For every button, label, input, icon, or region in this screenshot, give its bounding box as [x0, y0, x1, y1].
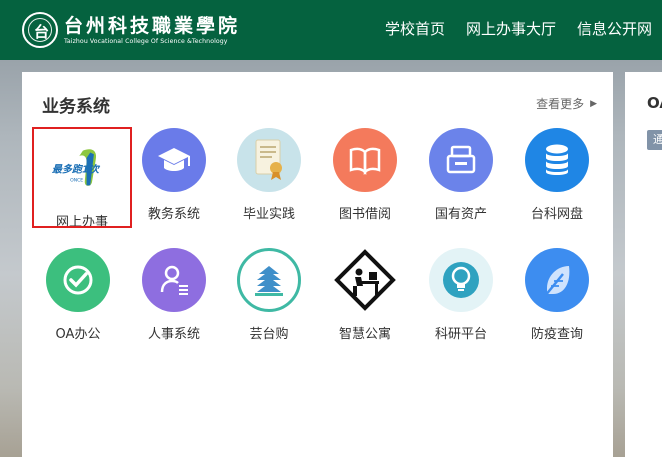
school-name-en: Taizhou Vocational College Of Science &T… [64, 37, 228, 45]
oa-side-card: OA 通 [625, 72, 662, 457]
graduation-cap-icon [142, 128, 206, 192]
side-card-title: OA [647, 94, 662, 112]
app-state-assets[interactable]: 国有资产 [413, 128, 509, 222]
user-list-icon [142, 248, 206, 312]
app-label: 人事系统 [147, 327, 200, 342]
zui-duo-pao-yi-ci-logo-icon: 最多跑1次 ONCE [50, 136, 114, 200]
building-icon [237, 248, 301, 312]
app-yuntaigou[interactable]: 芸台购 [221, 248, 317, 342]
side-card-tag[interactable]: 通 [647, 130, 662, 150]
svg-text:ONCE: ONCE [70, 178, 83, 184]
app-personnel-system[interactable]: 人事系统 [126, 248, 222, 342]
app-label: 国有资产 [434, 207, 487, 222]
app-research-platform[interactable]: 科研平台 [413, 248, 509, 342]
database-icon [525, 128, 589, 192]
lightbulb-icon [429, 248, 493, 312]
app-smart-apartment[interactable]: 智慧公寓 [317, 248, 413, 342]
app-label: 科研平台 [434, 327, 487, 342]
app-label: 防疫查询 [530, 327, 583, 342]
school-logo[interactable]: 台 台州科技職業學院 Taizhou Vocational College Of… [22, 10, 240, 50]
nav-school-home[interactable]: 学校首页 [385, 18, 445, 40]
app-academic-affairs[interactable]: 教务系统 [126, 128, 222, 222]
school-emblem-icon: 台 [22, 12, 58, 48]
app-label: 智慧公寓 [338, 327, 391, 342]
business-systems-card: 业务系统 查看更多 ▶ 最多跑1次 ONCE 网上办事 教务系统 毕业实践 图书… [22, 72, 613, 457]
site-header: 台 台州科技職業學院 Taizhou Vocational College Of… [0, 0, 662, 60]
app-label: 图书借阅 [338, 207, 391, 222]
app-label: 教务系统 [147, 207, 200, 222]
school-name-cn: 台州科技職業學院 [64, 14, 241, 37]
certificate-icon [237, 128, 301, 192]
view-more-label: 查看更多 [536, 97, 585, 111]
view-more-link[interactable]: 查看更多 ▶ [536, 95, 597, 112]
app-epidemic-query[interactable]: 防疫查询 [509, 248, 605, 342]
card-title: 业务系统 [42, 97, 110, 117]
app-oa-office[interactable]: OA办公 [30, 248, 126, 342]
app-label: 网上办事 [55, 215, 108, 230]
app-label: 芸台购 [249, 327, 289, 342]
top-nav: 学校首页 网上办事大厅 信息公开网 [364, 18, 652, 40]
nav-online-service-hall[interactable]: 网上办事大厅 [466, 18, 556, 40]
app-label: 毕业实践 [242, 207, 295, 222]
nav-info-disclosure[interactable]: 信息公开网 [577, 18, 652, 40]
app-label: OA办公 [55, 327, 101, 342]
printer-icon [429, 128, 493, 192]
logo-text: 最多跑1次 [52, 164, 101, 176]
check-circle-icon [46, 248, 110, 312]
app-label: 台科网盘 [530, 207, 583, 222]
app-graduation-practice[interactable]: 毕业实践 [221, 128, 317, 222]
app-online-service[interactable]: 最多跑1次 ONCE 网上办事 [32, 127, 132, 230]
open-book-icon [333, 128, 397, 192]
app-library[interactable]: 图书借阅 [317, 128, 413, 222]
triangle-right-icon: ▶ [590, 98, 597, 109]
feather-icon [525, 248, 589, 312]
desk-person-icon [333, 248, 397, 312]
app-cloud-drive[interactable]: 台科网盘 [509, 128, 605, 222]
